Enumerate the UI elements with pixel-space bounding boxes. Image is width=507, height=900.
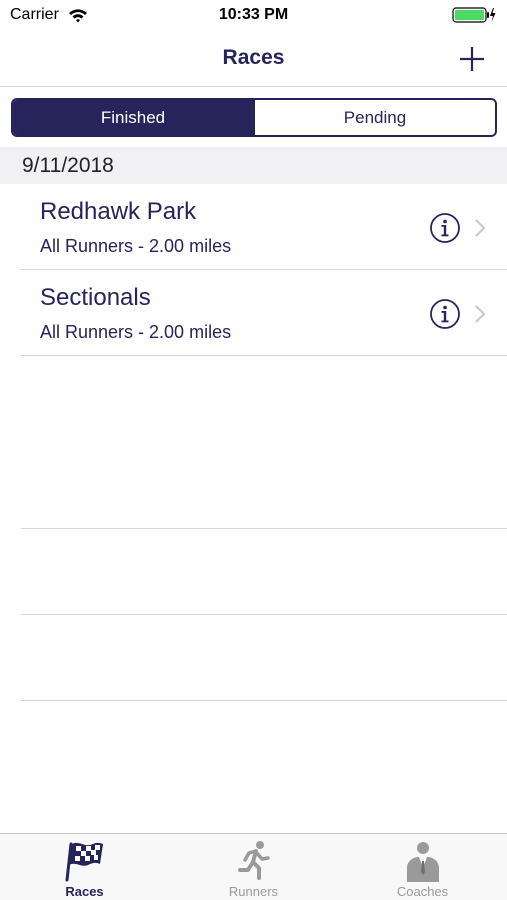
empty-row-divider [21, 528, 507, 529]
segment-pending[interactable]: Pending [253, 100, 495, 135]
race-row[interactable]: Redhawk Park All Runners - 2.00 miles [0, 184, 507, 270]
coach-icon [406, 842, 439, 882]
empty-row-divider [21, 614, 507, 615]
runner-icon [237, 841, 270, 880]
tab-label: Runners [228, 884, 279, 899]
row-divider [21, 355, 507, 356]
section-date: 9/11/2018 [22, 154, 114, 177]
tab-label: Coaches [396, 884, 449, 899]
tab-coaches[interactable]: Coaches [338, 834, 507, 900]
battery-icon [452, 7, 496, 23]
race-name: Redhawk Park [40, 198, 197, 225]
nav-bar: Races [0, 32, 507, 87]
race-status-segmented-control: Finished Pending [11, 98, 497, 137]
section-header: 9/11/2018 [0, 147, 507, 184]
race-detail: All Runners - 2.00 miles [40, 236, 232, 256]
plus-icon[interactable] [454, 41, 490, 77]
page-title: Races [222, 46, 285, 69]
status-time: 10:33 PM [218, 6, 289, 23]
race-name: Sectionals [40, 284, 151, 311]
chevron-right-icon [475, 305, 486, 323]
info-icon[interactable] [429, 298, 461, 330]
checkered-flag-icon [65, 842, 103, 882]
empty-row-divider [21, 700, 507, 701]
status-bar: Carrier 10:33 PM [0, 0, 507, 32]
tab-races[interactable]: Races [0, 834, 169, 900]
race-detail: All Runners - 2.00 miles [40, 322, 232, 342]
race-row[interactable]: Sectionals All Runners - 2.00 miles [0, 270, 507, 356]
segment-finished[interactable]: Finished [13, 100, 253, 135]
info-icon[interactable] [429, 212, 461, 244]
tab-label: Races [65, 884, 104, 899]
tab-bar: Races Runners Coaches [0, 833, 507, 900]
tab-runners[interactable]: Runners [169, 834, 338, 900]
chevron-right-icon [475, 219, 486, 237]
